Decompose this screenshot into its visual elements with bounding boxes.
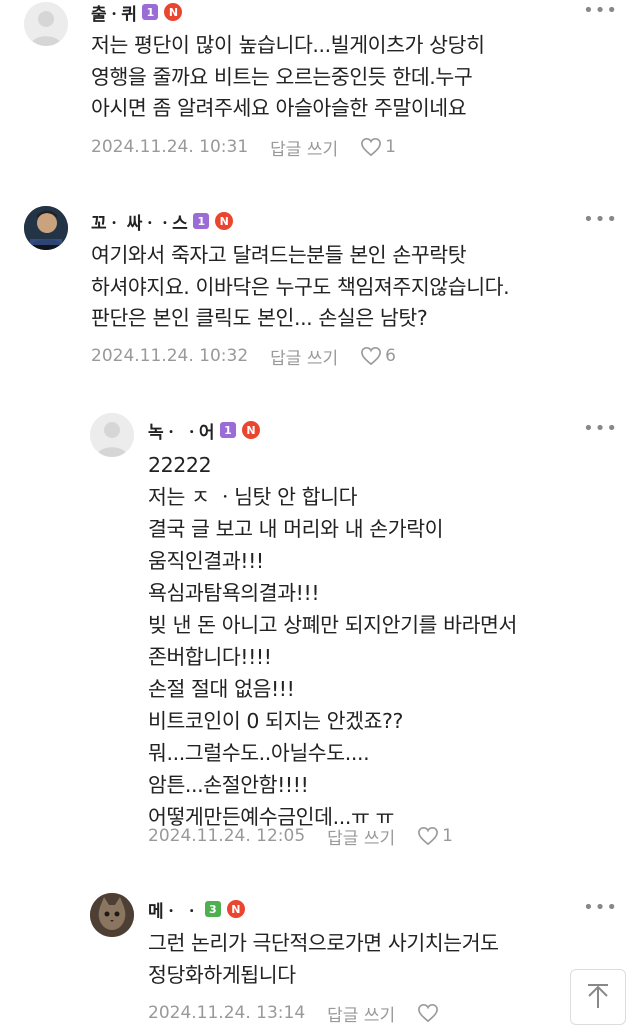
more-icon[interactable]: ••• [583, 897, 618, 918]
comment-header: 녹ㆍ ㆍ어 1 N [148, 418, 260, 443]
comment-date: 2024.11.24. 13:14 [148, 1003, 306, 1023]
more-icon[interactable]: ••• [583, 0, 618, 21]
new-badge: N [226, 900, 245, 918]
heart-icon [361, 346, 382, 366]
level-badge: 3 [204, 901, 221, 917]
avatar[interactable] [24, 2, 68, 46]
comment-meta: 2024.11.24. 10:32 답글 쓰기 6 [91, 344, 396, 369]
default-avatar-icon [90, 413, 134, 457]
comment-meta: 2024.11.24. 12:05 답글 쓰기 1 [148, 824, 453, 849]
comment-text: 저는 평단이 많이 높습니다...빌게이츠가 상당히 영행을 줄까요 비트는 오… [91, 33, 485, 120]
profile-photo-icon [24, 206, 68, 250]
more-icon[interactable]: ••• [583, 418, 618, 439]
like-count: 1 [442, 826, 453, 846]
nickname[interactable]: 녹ㆍ ㆍ어 [148, 418, 214, 443]
like-button[interactable] [417, 1003, 442, 1023]
comment-meta: 2024.11.24. 13:14 답글 쓰기 [148, 1001, 442, 1026]
comment-date: 2024.11.24. 12:05 [148, 826, 306, 846]
like-button[interactable]: 6 [360, 346, 396, 366]
heart-icon [418, 1003, 439, 1023]
level-badge: 1 [142, 4, 159, 20]
more-icon[interactable]: ••• [583, 209, 618, 230]
avatar[interactable] [90, 413, 134, 457]
new-badge: N [164, 3, 183, 21]
avatar[interactable] [24, 206, 68, 250]
heart-icon [418, 826, 439, 846]
reply-button[interactable]: 답글 쓰기 [270, 135, 338, 160]
comment-header: 메ㆍ ㆍ 3 N [148, 897, 245, 922]
new-badge: N [241, 421, 260, 439]
like-count: 1 [385, 137, 396, 157]
level-badge: 1 [193, 213, 210, 229]
comment-text: 여기와서 죽자고 달려드는분들 본인 손꾸락탓 하셔야지요. 이바닥은 누구도 … [91, 243, 510, 330]
arrow-up-icon [588, 984, 608, 1008]
like-button[interactable]: 1 [360, 137, 396, 157]
comment-text: 22222 저는 ㅈ ㆍ님탓 안 합니다 결국 글 보고 내 머리와 내 손가락… [148, 453, 517, 829]
new-badge: N [215, 212, 234, 230]
nickname[interactable]: 출ㆍ퀴 [91, 0, 137, 25]
reply-button[interactable]: 답글 쓰기 [327, 824, 395, 849]
comment-header: 꼬ㆍ 싸ㆍㆍ스 1 N [91, 209, 234, 234]
default-avatar-icon [24, 2, 68, 46]
comment-meta: 2024.11.24. 10:31 답글 쓰기 1 [91, 135, 396, 160]
nickname[interactable]: 꼬ㆍ 싸ㆍㆍ스 [91, 209, 188, 234]
like-button[interactable]: 1 [417, 826, 453, 846]
scroll-to-top-button[interactable] [570, 969, 626, 1025]
heart-icon [361, 137, 382, 157]
like-count: 6 [385, 346, 396, 366]
avatar[interactable] [90, 893, 134, 937]
reply-button[interactable]: 답글 쓰기 [327, 1001, 395, 1026]
cat-profile-photo-icon [90, 893, 134, 937]
comment-header: 출ㆍ퀴 1 N [91, 0, 183, 25]
comment-date: 2024.11.24. 10:32 [91, 346, 249, 366]
level-badge: 1 [219, 422, 236, 438]
reply-button[interactable]: 답글 쓰기 [270, 344, 338, 369]
nickname[interactable]: 메ㆍ ㆍ [148, 897, 199, 922]
comment-date: 2024.11.24. 10:31 [91, 137, 249, 157]
comment-text: 그런 논리가 극단적으로가면 사기치는거도 정당화하게됩니다 [148, 931, 499, 987]
